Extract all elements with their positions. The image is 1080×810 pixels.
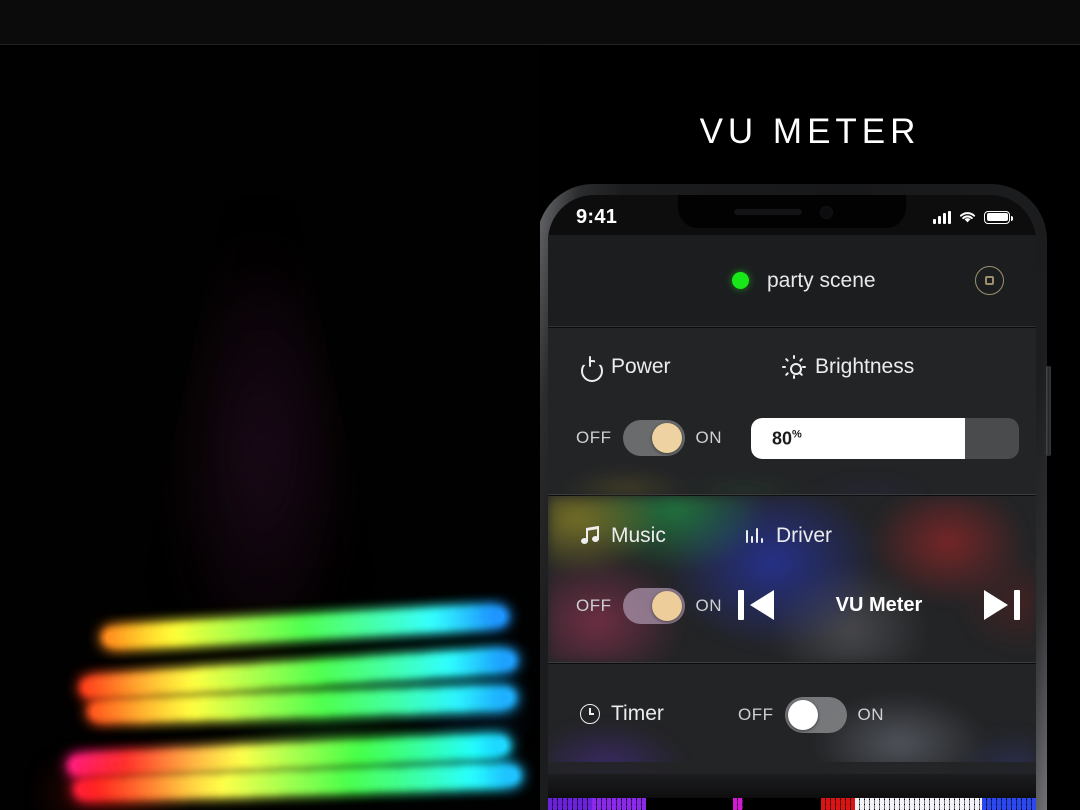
led-matrix-strip: [548, 798, 1036, 810]
panel-timer: Timer OFF ON: [548, 664, 1036, 774]
music-toggle-knob: [651, 591, 682, 621]
skip-next-icon[interactable]: [982, 588, 1020, 622]
led-dot: [495, 740, 506, 752]
power-label-group: Power: [579, 355, 671, 379]
brightness-label: Brightness: [815, 355, 915, 378]
timer-toggle-group[interactable]: OFF ON: [738, 697, 884, 733]
phone-screen: 9:41 party scene Power Brightness OFF ON…: [548, 195, 1036, 810]
music-label: Music: [611, 524, 666, 547]
power-toggle[interactable]: [622, 420, 685, 456]
panel-music-glow: [548, 496, 1036, 663]
led-matrix-segment: [821, 798, 856, 810]
timer-label-group: Timer: [579, 702, 664, 726]
timer-toggle[interactable]: [784, 697, 847, 733]
led-dot: [501, 692, 513, 704]
stop-record-icon[interactable]: [975, 266, 1004, 295]
power-on-label: ON: [695, 428, 722, 447]
status-indicators: [933, 210, 1013, 224]
music-label-group: Music: [579, 524, 666, 548]
power-off-label: OFF: [576, 428, 612, 447]
led-matrix-segment: [591, 798, 646, 810]
right-panel: VU METER 9:41 party scene Power Brightne…: [540, 46, 1080, 810]
status-bar: 9:41: [548, 195, 1036, 235]
led-matrix-segment: [982, 798, 1036, 810]
panel-power-brightness: Power Brightness OFF ON 80%: [548, 328, 1036, 495]
driver-current-name: VU Meter: [835, 593, 923, 616]
music-off-label: OFF: [576, 596, 612, 615]
scene-name-label: party scene: [767, 268, 876, 292]
panel-music-driver: Music Driver OFF ON VU Meter: [548, 496, 1036, 663]
music-note-icon: [579, 525, 601, 547]
driver-selector: VU Meter: [738, 588, 1020, 622]
timer-off-label: OFF: [738, 705, 774, 724]
battery-full-icon: [984, 210, 1013, 224]
power-label: Power: [611, 355, 671, 378]
led-matrix-segment: [743, 798, 822, 810]
led-dot: [505, 769, 517, 781]
timer-toggle-knob: [787, 700, 818, 730]
timer-on-label: ON: [857, 705, 884, 724]
driver-label-group: Driver: [744, 524, 832, 548]
scene-header: party scene: [548, 235, 1036, 327]
screen-bottom-fade: [548, 762, 1036, 798]
brightness-value: 80%: [772, 428, 802, 448]
clock-icon: [579, 703, 601, 725]
driver-label: Driver: [776, 524, 832, 547]
screenshot-root: VU METER 9:41 party scene Power Brightne…: [0, 0, 1080, 810]
brightness-label-group: Brightness: [782, 355, 915, 379]
top-black-bar: [0, 0, 1080, 45]
power-icon: [579, 356, 601, 378]
led-dot: [502, 654, 514, 666]
led-matrix-segment: [855, 798, 983, 810]
skip-previous-icon[interactable]: [738, 588, 776, 622]
led-matrix-segment: [548, 798, 592, 810]
wifi-icon: [959, 212, 976, 223]
equalizer-icon: [744, 525, 766, 547]
scene-status-dot: [732, 272, 749, 289]
led-tree-photo: [0, 46, 540, 810]
panel-divider: [548, 494, 1036, 495]
brightness-icon: [782, 355, 806, 379]
panel-divider: [548, 662, 1036, 663]
music-toggle-group[interactable]: OFF ON: [576, 588, 722, 624]
status-clock: 9:41: [576, 205, 618, 228]
app-content: party scene Power Brightness OFF ON 80% …: [548, 195, 1036, 810]
panel-power-glow: [548, 328, 1036, 495]
page-title: VU METER: [699, 112, 921, 151]
led-matrix-segment: [733, 798, 744, 810]
led-matrix-segment: [645, 798, 734, 810]
music-on-label: ON: [695, 596, 722, 615]
power-toggle-knob: [651, 423, 682, 453]
led-dot: [493, 610, 504, 622]
power-toggle-group[interactable]: OFF ON: [576, 420, 722, 456]
brightness-slider[interactable]: 80%: [751, 418, 1019, 459]
timer-label: Timer: [611, 702, 664, 725]
phone-mockup: 9:41 party scene Power Brightness OFF ON…: [540, 184, 1051, 810]
cellular-bars-icon: [933, 210, 951, 224]
music-toggle[interactable]: [622, 588, 685, 624]
power-side-button[interactable]: [1046, 366, 1051, 456]
